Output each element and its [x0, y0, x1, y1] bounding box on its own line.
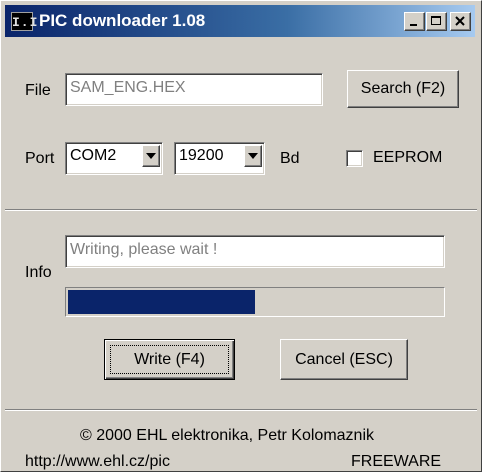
- baud-select-value: 19200: [179, 147, 224, 164]
- eeprom-label[interactable]: EEPROM: [373, 148, 442, 168]
- separator-bottom: [5, 409, 477, 411]
- info-field: [65, 235, 445, 268]
- close-icon: [455, 16, 465, 26]
- info-input: [70, 239, 440, 261]
- cancel-button[interactable]: Cancel (ESC): [280, 339, 408, 380]
- file-label: File: [25, 82, 51, 99]
- port-select[interactable]: COM2: [65, 142, 163, 175]
- progress-bar: [65, 287, 445, 317]
- progress-fill: [68, 290, 255, 314]
- port-dropdown-button[interactable]: [142, 145, 160, 167]
- file-field[interactable]: [65, 73, 323, 106]
- copyright-text: © 2000 EHL elektronika, Petr Kolomaznik: [80, 427, 375, 444]
- close-button[interactable]: [450, 12, 471, 31]
- separator-top: [5, 209, 477, 211]
- port-select-value: COM2: [70, 147, 117, 164]
- baud-dropdown-button[interactable]: [244, 145, 262, 167]
- search-button[interactable]: Search (F2): [347, 70, 459, 108]
- app-window: I.I PIC downloader 1.08 File Search (F2)…: [0, 0, 482, 472]
- website-link[interactable]: http://www.ehl.cz/pic: [25, 452, 170, 471]
- chevron-down-icon: [146, 153, 156, 159]
- chevron-down-icon: [248, 153, 258, 159]
- baud-select[interactable]: 19200: [174, 142, 265, 175]
- cancel-button-label: Cancel (ESC): [295, 350, 393, 368]
- info-label: Info: [25, 264, 52, 281]
- license-text: FREEWARE: [351, 453, 442, 470]
- file-input[interactable]: [70, 77, 318, 99]
- baud-unit-label: Bd: [280, 150, 300, 167]
- maximize-button[interactable]: [426, 12, 447, 31]
- write-button-label: Write (F4): [134, 350, 205, 368]
- eeprom-checkbox[interactable]: [346, 150, 363, 167]
- minimize-button[interactable]: [404, 12, 425, 31]
- title-bar[interactable]: I.I PIC downloader 1.08: [5, 5, 475, 37]
- search-button-label: Search (F2): [360, 80, 446, 97]
- window-title: PIC downloader 1.08: [39, 11, 206, 30]
- app-icon[interactable]: I.I: [11, 12, 37, 31]
- port-label: Port: [25, 150, 55, 167]
- write-button[interactable]: Write (F4): [104, 339, 235, 380]
- minimize-icon: [410, 24, 417, 26]
- maximize-icon: [431, 16, 441, 25]
